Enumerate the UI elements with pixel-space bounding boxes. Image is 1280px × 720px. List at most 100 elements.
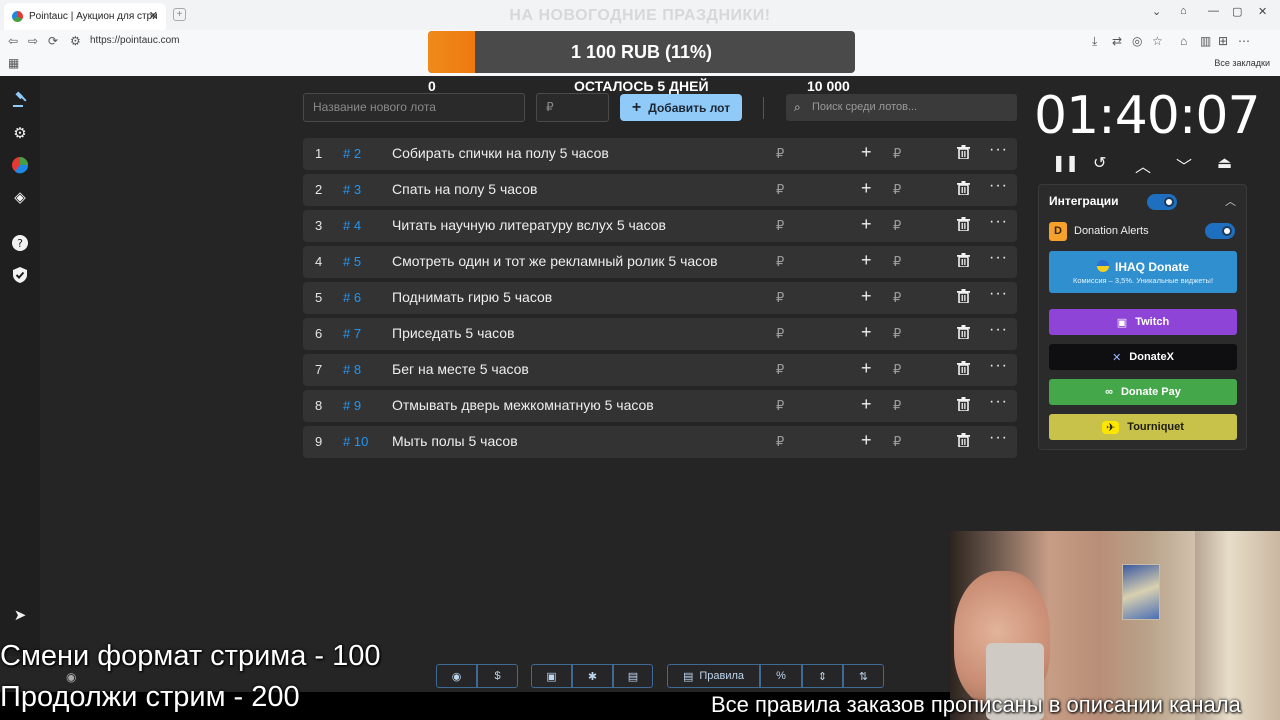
more-options-icon[interactable]: ··· [989,429,1008,447]
sidebar-toggle-icon[interactable]: ▥ [1200,34,1211,48]
browser-tab[interactable]: Pointauc | Аукцион для стримеров ✕ [4,3,166,30]
lot-name[interactable]: Поднимать гирю 5 часов [392,289,552,305]
lot-id[interactable]: # 8 [343,362,361,377]
url-field[interactable]: https://pointauc.com [90,35,180,46]
help-icon[interactable]: ? [10,234,30,254]
more-options-icon[interactable]: ··· [989,321,1008,339]
save-button[interactable]: ▣ [531,664,572,688]
ihaq-donate-button[interactable]: IHAQ Donate Комиссия – 3,5%. Уникальные … [1049,251,1237,293]
tab-list-chevron-icon[interactable]: ⌄ [1152,5,1161,18]
add-amount-icon[interactable]: + [861,214,872,235]
add-amount-icon[interactable]: + [861,250,872,271]
add-amount-icon[interactable]: + [861,142,872,163]
timer-up-chevron-icon[interactable]: ︿ [1135,153,1151,177]
more-options-icon[interactable]: ··· [989,213,1008,231]
all-bookmarks-link[interactable]: Все закладки [1214,58,1270,68]
donatex-button[interactable]: ✕ DonateX [1049,344,1237,370]
site-settings-icon[interactable]: ⚙ [70,34,81,48]
apps-grid-icon[interactable]: ▦ [8,56,19,70]
extensions-icon[interactable]: ⊞ [1218,34,1228,48]
lot-name[interactable]: Смотреть один и тот же рекламный ролик 5… [392,253,718,269]
add-amount-icon[interactable]: + [861,394,872,415]
close-tab-icon[interactable]: ✕ [149,9,158,22]
lot-name[interactable]: Бег на месте 5 часов [392,361,529,377]
rules-button[interactable]: ▤ Правила [667,664,760,688]
compress-button[interactable]: ⇕ [802,664,843,688]
lot-extra-amount-field[interactable]: ₽ [893,362,901,378]
lot-extra-amount-field[interactable]: ₽ [893,326,901,342]
delete-lot-icon[interactable] [957,217,970,232]
sort-button[interactable]: ⇅ [843,664,884,688]
lot-extra-amount-field[interactable]: ₽ [893,182,901,198]
lot-amount-input[interactable]: ₽ [536,93,609,122]
integrations-toggle[interactable] [1147,194,1177,210]
lot-id[interactable]: # 5 [343,254,361,269]
lot-amount-field[interactable]: ₽ [776,434,784,450]
delete-lot-icon[interactable] [957,361,970,376]
lot-id[interactable]: # 4 [343,218,361,233]
reload-icon[interactable]: ⟳ [48,34,58,48]
lot-row[interactable]: 8 # 9 Отмывать дверь межкомнатную 5 часов ₽… [303,390,1017,422]
lot-row[interactable]: 4 # 5 Смотреть один и тот же рекламный рол… [303,246,1017,278]
more-options-icon[interactable]: ··· [989,357,1008,375]
download-icon[interactable]: ⤓ [1092,34,1097,49]
translate-icon[interactable]: ⇄ [1112,34,1122,48]
lot-amount-field[interactable]: ₽ [776,362,784,378]
lot-id[interactable]: # 3 [343,182,361,197]
donation-alerts-toggle[interactable] [1205,223,1235,239]
lot-name[interactable]: Отмывать дверь межкомнатную 5 часов [392,397,654,413]
timer-down-chevron-icon[interactable]: ﹀ [1176,153,1192,177]
lot-amount-field[interactable]: ₽ [776,326,784,342]
bookmark-star-icon[interactable]: ☆ [1152,34,1163,48]
percent-button[interactable]: % [760,664,802,688]
delete-lot-icon[interactable] [957,253,970,268]
settings-gear-icon[interactable]: ⚙ [10,124,30,144]
lot-id[interactable]: # 2 [343,146,361,161]
auction-gavel-icon[interactable] [10,90,30,110]
lot-extra-amount-field[interactable]: ₽ [893,290,901,306]
delete-lot-icon[interactable] [957,145,970,160]
add-amount-icon[interactable]: + [861,286,872,307]
collapse-chevron-icon[interactable]: ︿ [1225,193,1236,209]
lot-name[interactable]: Спать на полу 5 часов [392,181,537,197]
delete-lot-icon[interactable] [957,433,970,448]
wheel-chart-icon[interactable] [10,156,30,176]
lot-id[interactable]: # 9 [343,398,361,413]
lot-row[interactable]: 5 # 6 Поднимать гирю 5 часов ₽ + ₽ ··· [303,282,1017,314]
add-amount-icon[interactable]: + [861,430,872,451]
forward-arrow-icon[interactable]: ⇨ [28,34,38,48]
shield-check-icon[interactable] [10,266,30,286]
lot-extra-amount-field[interactable]: ₽ [893,146,901,162]
lot-row[interactable]: 1 # 2 Собирать спички на полу 5 часов ₽ + ₽ ··… [303,138,1017,170]
reset-icon[interactable]: ↺ [1093,153,1106,173]
lot-amount-field[interactable]: ₽ [776,254,784,270]
lot-row[interactable]: 6 # 7 Приседать 5 часов ₽ + ₽ ··· [303,318,1017,350]
delete-lot-icon[interactable] [957,325,970,340]
more-options-icon[interactable]: ··· [989,285,1008,303]
bug-report-button[interactable]: ✱ [572,664,613,688]
minimize-button[interactable]: — [1208,5,1219,17]
lot-name[interactable]: Приседать 5 часов [392,325,515,341]
more-options-icon[interactable]: ··· [989,177,1008,195]
delete-lot-icon[interactable] [957,181,970,196]
lot-id[interactable]: # 7 [343,326,361,341]
lot-name-input[interactable]: Название нового лота [303,93,525,122]
telegram-icon[interactable]: ➤ [10,606,30,626]
tourniquet-button[interactable]: ✈ Tourniquet [1049,414,1237,440]
lot-amount-field[interactable]: ₽ [776,182,784,198]
new-tab-button[interactable]: + [173,8,186,21]
lot-name[interactable]: Мыть полы 5 часов [392,433,518,449]
twitch-button[interactable]: ▣ Twitch [1049,309,1237,335]
lot-amount-field[interactable]: ₽ [776,290,784,306]
add-amount-icon[interactable]: + [861,178,872,199]
add-amount-icon[interactable]: + [861,322,872,343]
lot-amount-field[interactable]: ₽ [776,218,784,234]
lot-name[interactable]: Собирать спички на полу 5 часов [392,145,609,161]
close-window-button[interactable]: ✕ [1258,5,1267,18]
more-options-icon[interactable]: ··· [989,141,1008,159]
donate-button[interactable]: $ [477,664,518,688]
timer-double-up-icon[interactable]: ⏏ [1217,153,1232,173]
layers-icon[interactable]: ◈ [10,188,30,208]
home-icon[interactable]: ⌂ [1180,34,1187,48]
lot-row[interactable]: 3 # 4 Читать научную литературу вслух 5 ча… [303,210,1017,242]
